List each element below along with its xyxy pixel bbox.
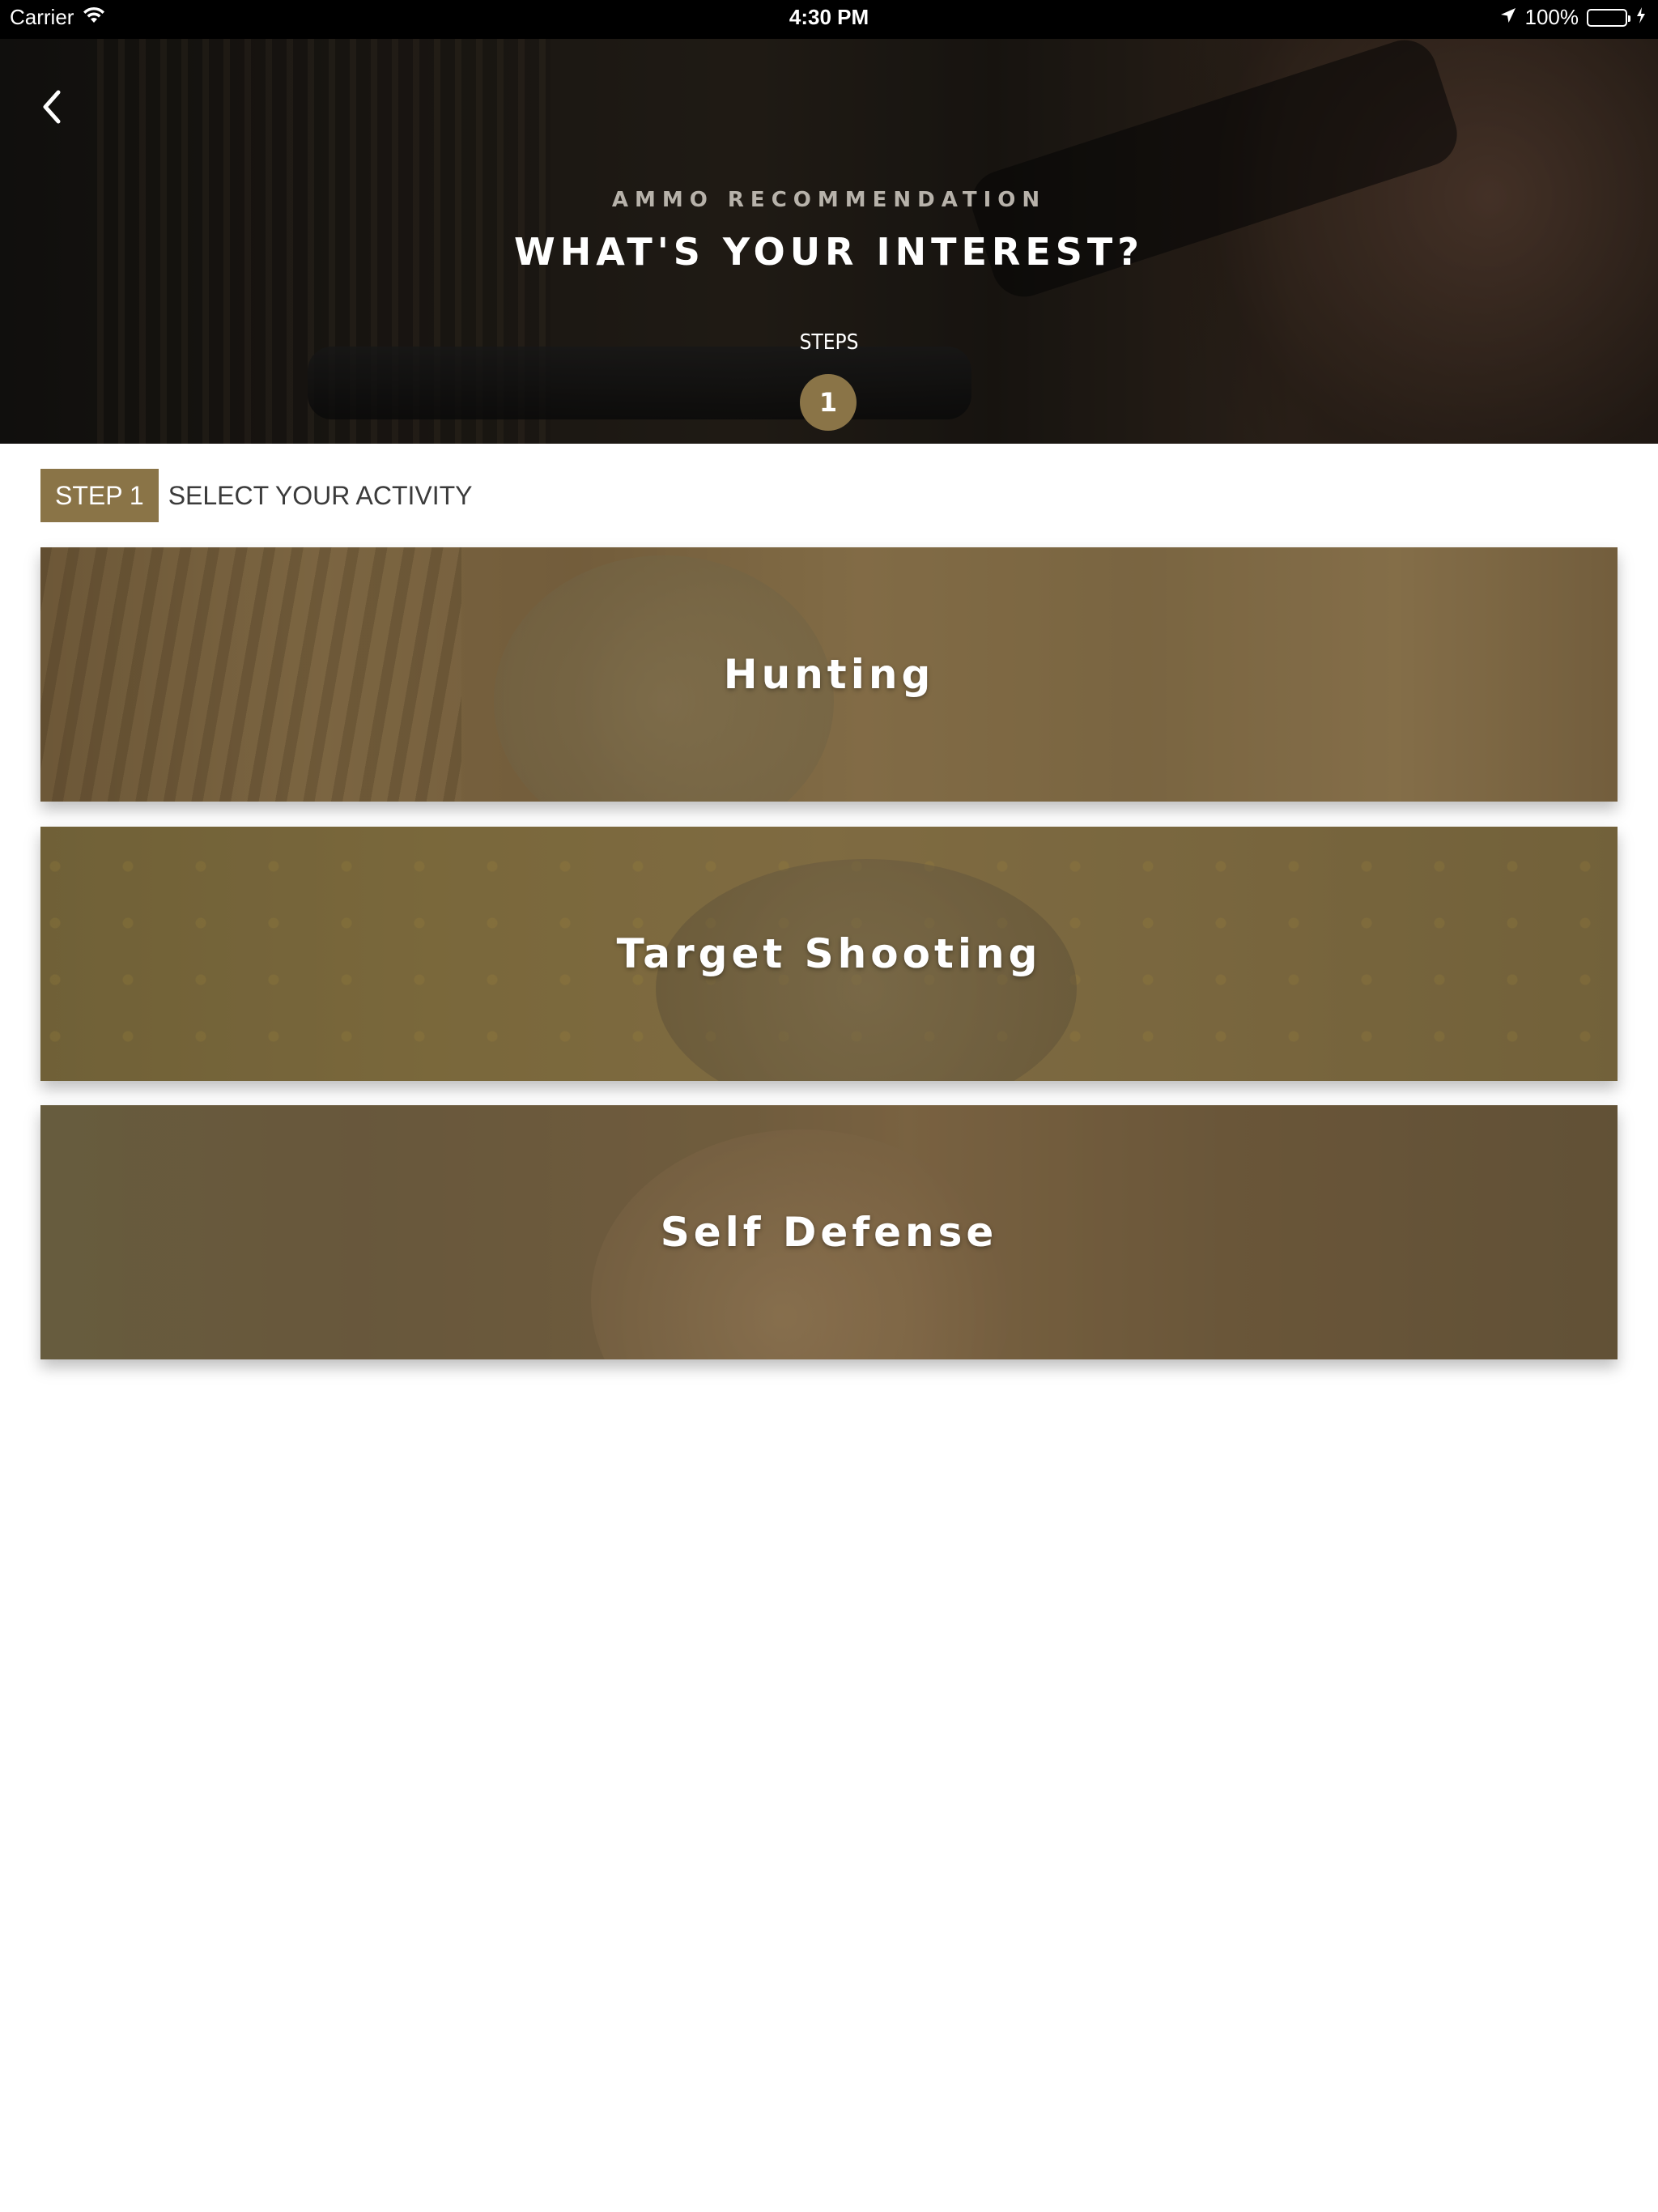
status-time: 4:30 PM (789, 5, 869, 29)
chevron-left-icon (40, 89, 63, 129)
back-button[interactable] (32, 86, 71, 131)
page-title: WHAT'S YOUR INTEREST? (514, 230, 1144, 274)
location-arrow-icon (1499, 5, 1517, 30)
step-badge: STEP 1 (40, 469, 159, 522)
step-instruction: SELECT YOUR ACTIVITY (168, 480, 473, 510)
charging-bolt-icon (1635, 5, 1647, 30)
status-right: 100% (1499, 5, 1647, 30)
status-bar: Carrier 4:30 PM 100% (0, 0, 1658, 39)
battery-percent: 100% (1524, 5, 1579, 29)
page-eyebrow: AMMO RECOMMENDATION (611, 188, 1047, 212)
activity-label: Self Defense (660, 1209, 998, 1256)
step-heading: STEP 1 SELECT YOUR ACTIVITY (40, 469, 473, 522)
hero-header: AMMO RECOMMENDATION WHAT'S YOUR INTEREST… (0, 39, 1658, 444)
activity-card-self-defense[interactable]: Self Defense (40, 1105, 1618, 1359)
battery-icon (1587, 8, 1630, 27)
activity-card-target-shooting[interactable]: Target Shooting (40, 827, 1618, 1081)
activity-label: Target Shooting (616, 930, 1042, 977)
steps-label: STEPS (799, 330, 859, 355)
activity-label: Hunting (723, 651, 935, 698)
activity-card-hunting[interactable]: Hunting (40, 547, 1618, 802)
step-indicator: 1 (800, 374, 857, 431)
